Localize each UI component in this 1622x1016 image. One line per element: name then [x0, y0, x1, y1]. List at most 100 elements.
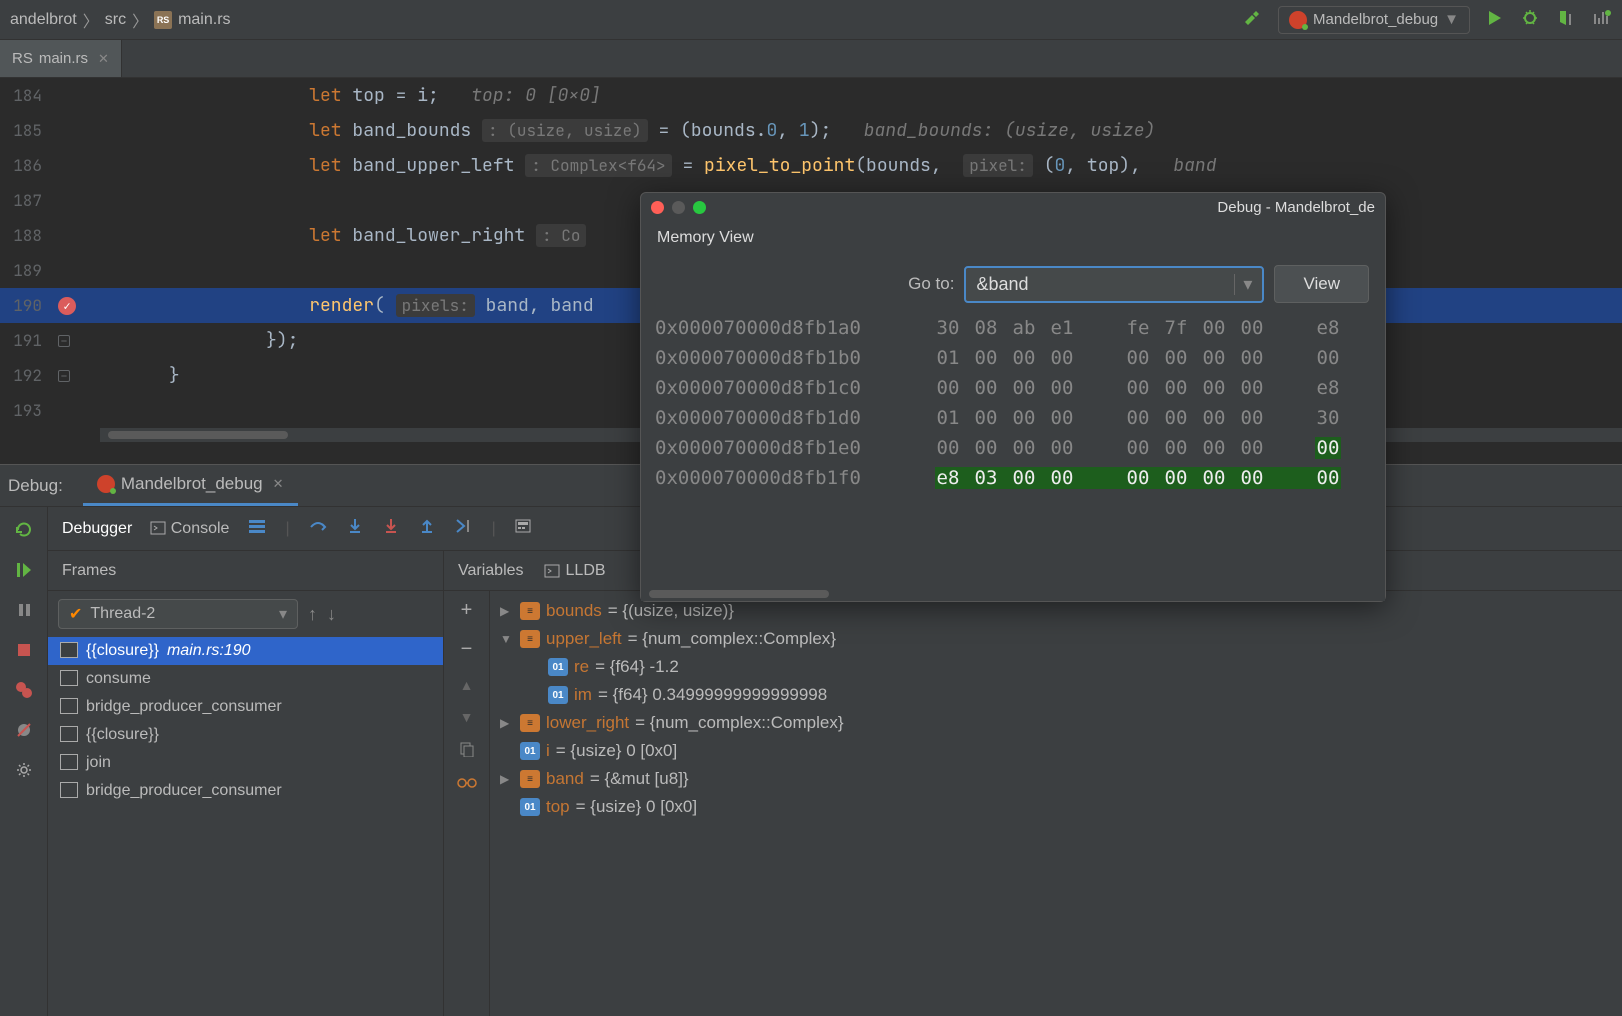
frame-item[interactable]: join [48, 749, 443, 777]
goto-value: &band [976, 274, 1028, 295]
console-tab[interactable]: Console [150, 520, 229, 538]
prev-frame-icon[interactable]: ↑ [308, 604, 317, 625]
debug-sidebar [0, 507, 48, 1016]
frame-item[interactable]: bridge_producer_consumer [48, 693, 443, 721]
rerun-icon[interactable] [13, 519, 35, 541]
var-type-badge: 01 [548, 658, 568, 676]
maximize-window-icon[interactable] [693, 201, 706, 214]
debug-config-tab[interactable]: Mandelbrot_debug ✕ [83, 465, 298, 506]
memory-row[interactable]: 0x000070000d8fb1f0e80300000000000000 [655, 463, 1371, 493]
debug-icon[interactable] [1520, 8, 1540, 31]
dropdown-icon[interactable]: ▾ [1234, 274, 1252, 295]
glasses-icon[interactable] [456, 776, 478, 792]
frame-item[interactable]: consume [48, 665, 443, 693]
line-number[interactable]: 190 [0, 295, 52, 316]
memory-row[interactable]: 0x000070000d8fb1c00000000000000000e8 [655, 373, 1371, 403]
minimize-window-icon[interactable] [672, 201, 685, 214]
move-down-icon[interactable]: ▼ [460, 709, 474, 725]
line-number[interactable]: 192 [0, 365, 52, 386]
variable-row[interactable]: 01 re = {f64} -1.2 [490, 653, 1622, 681]
breadcrumb-item[interactable]: andelbrot [10, 11, 77, 29]
move-up-icon[interactable]: ▲ [460, 677, 474, 693]
line-number[interactable]: 191 [0, 330, 52, 351]
mute-breakpoints-icon[interactable] [13, 719, 35, 741]
variable-row[interactable]: 01 i = {usize} 0 [0x0] [490, 737, 1622, 765]
editor-tab[interactable]: RS main.rs ✕ [0, 40, 122, 77]
rust-logo-icon [97, 475, 115, 493]
variable-row[interactable]: ▶≡ band = {&mut [u8]} [490, 765, 1622, 793]
memory-row[interactable]: 0x000070000d8fb1b0010000000000000000 [655, 343, 1371, 373]
settings-icon[interactable] [13, 759, 35, 781]
frame-list: {{closure}}main.rs:190consumebridge_prod… [48, 637, 443, 805]
fold-marker-icon[interactable]: – [58, 370, 70, 382]
step-out-icon[interactable] [418, 517, 436, 540]
line-number[interactable]: 187 [0, 190, 52, 211]
variable-row[interactable]: ▶≡ lower_right = {num_complex::Complex} [490, 709, 1622, 737]
line-number[interactable]: 189 [0, 260, 52, 281]
profiler-icon[interactable] [1592, 8, 1612, 31]
var-type-badge: ≡ [520, 602, 540, 620]
memory-row[interactable]: 0x000070000d8fb1d0010000000000000030 [655, 403, 1371, 433]
coverage-icon[interactable] [1556, 8, 1576, 31]
close-window-icon[interactable] [651, 201, 664, 214]
view-button[interactable]: View [1274, 265, 1369, 303]
chevron-down-icon: ▼ [1444, 11, 1459, 28]
add-watch-icon[interactable]: + [461, 599, 473, 622]
stack-frame-icon [62, 672, 78, 686]
lldb-tab[interactable]: LLDB [544, 562, 606, 580]
line-number[interactable]: 184 [0, 85, 52, 106]
frame-item[interactable]: {{closure}} [48, 721, 443, 749]
force-step-into-icon[interactable] [382, 517, 400, 540]
line-number[interactable]: 193 [0, 400, 52, 421]
editor-tab-bar: RS main.rs ✕ [0, 40, 1622, 78]
run-config-selector[interactable]: Mandelbrot_debug ▼ [1278, 6, 1470, 34]
frames-label: Frames [62, 562, 116, 580]
stop-icon[interactable] [13, 639, 35, 661]
next-frame-icon[interactable]: ↓ [327, 604, 336, 625]
view-breakpoints-icon[interactable] [13, 679, 35, 701]
breakpoint-hit-icon[interactable]: ✓ [58, 297, 76, 315]
fold-marker-icon[interactable]: – [58, 335, 70, 347]
threads-icon[interactable] [247, 518, 267, 539]
pause-icon[interactable] [13, 599, 35, 621]
thread-name: Thread-2 [90, 605, 155, 623]
breadcrumb-item[interactable]: main.rs [178, 11, 230, 29]
window-titlebar[interactable]: Debug - Mandelbrot_de [641, 193, 1385, 221]
close-tab-icon[interactable]: ✕ [98, 51, 109, 67]
frame-item[interactable]: bridge_producer_consumer [48, 777, 443, 805]
step-over-icon[interactable] [308, 517, 328, 540]
line-number[interactable]: 185 [0, 120, 52, 141]
expand-icon[interactable]: ▶ [500, 716, 514, 730]
expand-icon[interactable]: ▶ [500, 604, 514, 618]
memory-horizontal-scrollbar[interactable] [641, 587, 1385, 601]
expand-icon[interactable]: ▶ [500, 772, 514, 786]
resume-icon[interactable] [13, 559, 35, 581]
frame-item[interactable]: {{closure}}main.rs:190 [48, 637, 443, 665]
variable-row[interactable]: 01 im = {f64} 0.34999999999999998 [490, 681, 1622, 709]
run-to-cursor-icon[interactable] [454, 517, 474, 540]
variables-tree[interactable]: ▶≡ bounds = {(usize, usize)}▼≡ upper_lef… [490, 591, 1622, 1016]
variable-row[interactable]: ▼≡ upper_left = {num_complex::Complex} [490, 625, 1622, 653]
breadcrumb[interactable]: andelbrot 〉 src 〉 RS main.rs [10, 8, 231, 32]
variable-row[interactable]: 01 top = {usize} 0 [0x0] [490, 793, 1622, 821]
stack-frame-icon [62, 728, 78, 742]
run-icon[interactable] [1486, 9, 1504, 30]
breadcrumb-item[interactable]: src [105, 11, 126, 29]
thread-selector[interactable]: ✔ Thread-2 ▾ [58, 599, 298, 629]
line-number[interactable]: 186 [0, 155, 52, 176]
expand-icon[interactable]: ▼ [500, 632, 514, 646]
build-icon[interactable] [1242, 8, 1262, 31]
remove-watch-icon[interactable]: − [461, 638, 473, 661]
goto-address-input[interactable]: &band ▾ [964, 266, 1264, 303]
memory-grid[interactable]: 0x000070000d8fb1a03008abe1fe7f0000e80x00… [641, 313, 1385, 587]
evaluate-icon[interactable] [514, 518, 532, 539]
memory-view-window[interactable]: Debug - Mandelbrot_de Memory View Go to:… [640, 192, 1386, 602]
memory-row[interactable]: 0x000070000d8fb1a03008abe1fe7f0000e8 [655, 313, 1371, 343]
close-icon[interactable]: ✕ [273, 476, 284, 492]
debugger-tab[interactable]: Debugger [62, 520, 132, 538]
memory-row[interactable]: 0x000070000d8fb1e0000000000000000000 [655, 433, 1371, 463]
step-into-icon[interactable] [346, 517, 364, 540]
copy-icon[interactable] [459, 741, 475, 760]
line-number[interactable]: 188 [0, 225, 52, 246]
var-type-badge: ≡ [520, 630, 540, 648]
